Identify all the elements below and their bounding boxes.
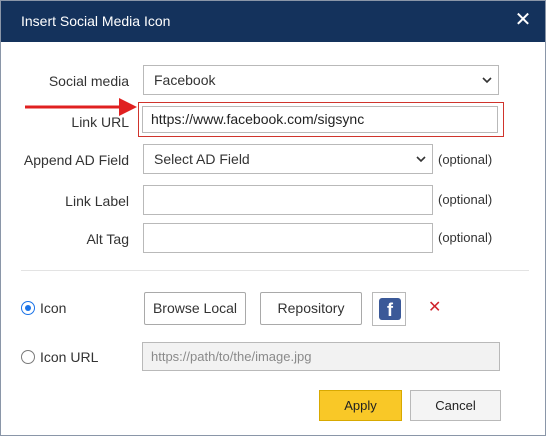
icon-url-radio-label: Icon URL bbox=[40, 349, 99, 365]
link-label-optional: (optional) bbox=[438, 192, 493, 207]
social-media-value: Facebook bbox=[154, 72, 216, 88]
apply-button[interactable]: Apply bbox=[319, 390, 402, 421]
dialog-title: Insert Social Media Icon bbox=[21, 13, 171, 29]
link-url-label: Link URL bbox=[71, 114, 129, 130]
social-media-label: Social media bbox=[48, 73, 129, 89]
alt-tag-label: Alt Tag bbox=[86, 231, 129, 247]
chevron-down-icon bbox=[482, 77, 492, 84]
link-url-input[interactable]: https://www.facebook.com/sigsync bbox=[142, 106, 498, 133]
icon-url-input[interactable]: https://path/to/the/image.jpg bbox=[142, 342, 500, 371]
icon-radio[interactable] bbox=[21, 301, 35, 315]
append-ad-field-value: Select AD Field bbox=[154, 151, 250, 167]
browse-local-button[interactable]: Browse Local bbox=[144, 292, 246, 325]
link-label-input[interactable] bbox=[143, 185, 433, 215]
social-media-select[interactable]: Facebook bbox=[143, 65, 499, 95]
link-label-label: Link Label bbox=[65, 193, 129, 209]
repository-button[interactable]: Repository bbox=[260, 292, 362, 325]
alt-tag-input[interactable] bbox=[143, 223, 433, 253]
facebook-icon: f bbox=[379, 298, 401, 320]
chevron-down-icon bbox=[416, 156, 426, 163]
section-divider bbox=[21, 270, 529, 271]
alt-tag-optional: (optional) bbox=[438, 230, 493, 245]
cancel-button[interactable]: Cancel bbox=[410, 390, 501, 421]
insert-social-media-dialog: Insert Social Media Icon ✕ Social media … bbox=[0, 0, 546, 436]
dialog-title-bar: Insert Social Media Icon ✕ bbox=[1, 1, 545, 42]
icon-preview: f bbox=[372, 292, 406, 326]
append-ad-field-optional: (optional) bbox=[438, 152, 493, 167]
icon-radio-label: Icon bbox=[40, 300, 67, 316]
icon-url-radio[interactable] bbox=[21, 350, 35, 364]
close-icon[interactable]: ✕ bbox=[511, 9, 535, 33]
remove-icon[interactable]: ✕ bbox=[428, 300, 441, 316]
append-ad-field-label: Append AD Field bbox=[23, 152, 129, 168]
append-ad-field-select[interactable]: Select AD Field bbox=[143, 144, 433, 174]
